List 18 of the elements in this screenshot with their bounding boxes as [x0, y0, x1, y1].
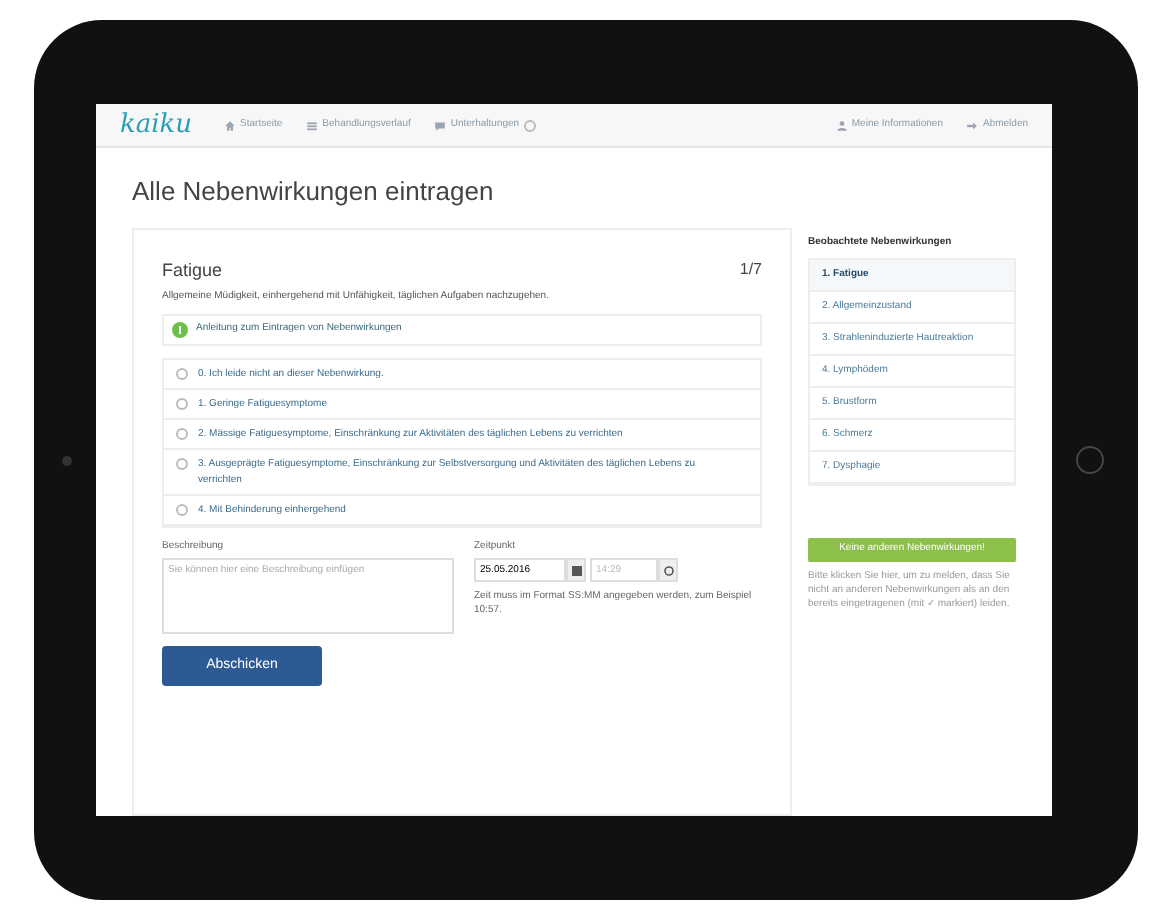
logout-icon — [966, 119, 979, 131]
user-icon — [835, 119, 848, 131]
home-icon — [224, 119, 237, 131]
chat-icon — [434, 119, 447, 131]
clock-icon[interactable] — [658, 558, 678, 582]
list-icon — [306, 119, 319, 131]
step-counter: 1/7 — [739, 258, 762, 283]
radio-button[interactable] — [176, 427, 188, 439]
radio-button[interactable] — [176, 503, 188, 515]
logo[interactable]: kaiku — [120, 105, 193, 145]
info-icon — [172, 321, 188, 337]
camera-icon — [62, 455, 72, 465]
calendar-icon[interactable] — [566, 558, 586, 582]
form-title: Fatigue — [162, 257, 223, 284]
radio-button[interactable] — [176, 367, 188, 379]
page-title: Alle Nebenwirkungen eintragen — [130, 174, 496, 210]
radio-button[interactable] — [176, 397, 188, 409]
radio-button[interactable] — [176, 457, 188, 469]
